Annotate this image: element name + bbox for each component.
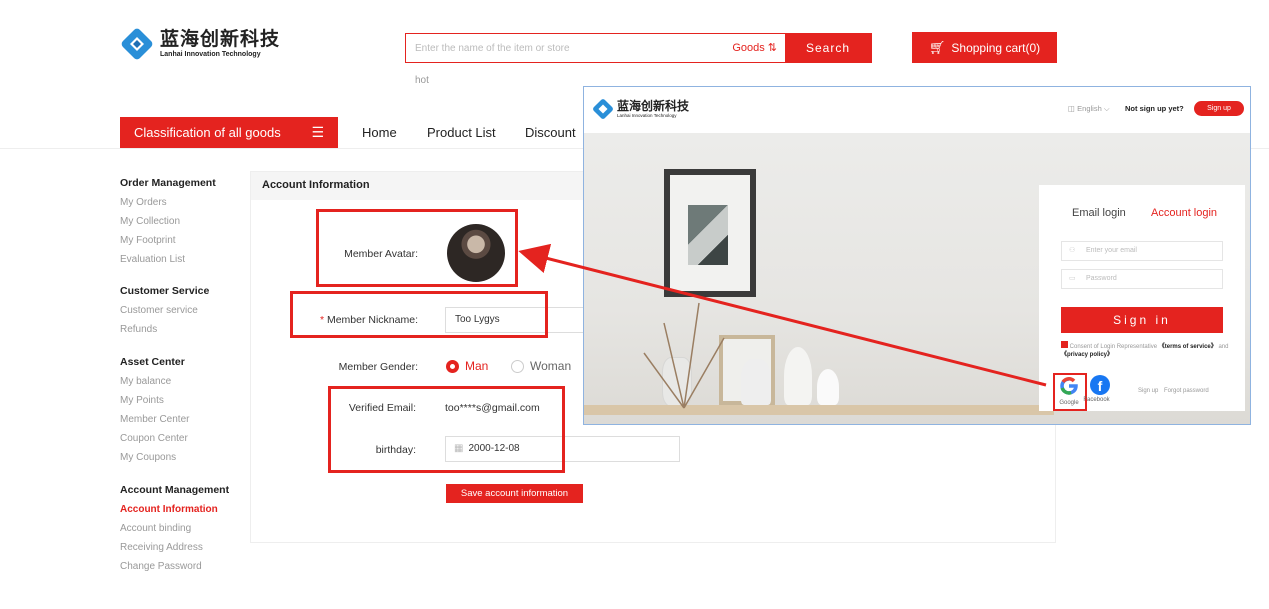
- sidebar-item-my-orders[interactable]: My Orders: [120, 197, 167, 208]
- globe-icon: ◫: [1068, 104, 1078, 113]
- language-label: English: [1077, 104, 1102, 113]
- gender-label: Member Gender:: [338, 361, 418, 373]
- sidebar-item-receiving-address[interactable]: Receiving Address: [120, 542, 203, 553]
- classification-label: Classification of all goods: [134, 125, 281, 140]
- login-form: Email login Account login ⚇ Enter your e…: [1039, 185, 1245, 411]
- login-logo: 蓝海创新科技 Lanhai Innovation Technology: [592, 98, 689, 120]
- sidebar-item-evaluation-list[interactable]: Evaluation List: [120, 254, 185, 265]
- hot-label: hot: [415, 75, 429, 86]
- highlight-box-email-birthday: [328, 386, 565, 473]
- sidebar-item-account-information[interactable]: Account Information: [120, 504, 218, 515]
- login-header: 蓝海创新科技 Lanhai Innovation Technology ◫ En…: [584, 87, 1250, 133]
- language-selector[interactable]: ◫ English ⌵: [1068, 104, 1110, 114]
- brand-name-cn: 蓝海创新科技: [160, 28, 281, 50]
- logo-mark-icon: [121, 28, 153, 60]
- highlight-box-avatar: [316, 209, 518, 287]
- sidebar-item-my-collection[interactable]: My Collection: [120, 216, 180, 227]
- google-label: Google: [1059, 400, 1079, 406]
- sidebar-item-coupon-center[interactable]: Coupon Center: [120, 433, 188, 444]
- signup-button[interactable]: Sign up: [1194, 101, 1244, 116]
- gender-woman-label: Woman: [530, 359, 572, 373]
- classification-menu-button[interactable]: Classification of all goods ☰: [120, 117, 338, 148]
- forgot-password-link[interactable]: Forgot password: [1164, 388, 1209, 394]
- sidebar-item-change-password[interactable]: Change Password: [120, 561, 202, 572]
- picture-frame: [664, 169, 756, 297]
- nav-link-discount[interactable]: Discount: [525, 125, 576, 140]
- vase: [784, 347, 812, 405]
- nav-link-product-list[interactable]: Product List: [427, 125, 496, 140]
- gender-option-woman[interactable]: Woman: [511, 359, 571, 373]
- email-input[interactable]: ⚇ Enter your email: [1061, 241, 1223, 261]
- sidebar-group-asset-center: Asset Center: [120, 356, 185, 368]
- vase: [817, 369, 839, 405]
- tab-email-login[interactable]: Email login: [1072, 207, 1126, 219]
- sidebar-item-member-center[interactable]: Member Center: [120, 414, 189, 425]
- signup-link[interactable]: Sign up: [1138, 388, 1158, 394]
- shopping-cart-button[interactable]: 🛒︎ Shopping cart(0): [912, 32, 1057, 63]
- gender-option-man[interactable]: Man: [446, 359, 488, 373]
- consent-text: Consent of Login Representative 《terms o…: [1061, 341, 1231, 359]
- facebook-icon: f: [1090, 375, 1110, 395]
- google-login-button[interactable]: Google: [1058, 375, 1080, 406]
- login-page-screenshot: 蓝海创新科技 Lanhai Innovation Technology ◫ En…: [583, 86, 1251, 425]
- tab-account-login[interactable]: Account login: [1151, 207, 1217, 219]
- privacy-link[interactable]: 《privacy policy》: [1061, 352, 1113, 358]
- search-button[interactable]: Search: [785, 34, 871, 62]
- search-bar: Goods ⇅ Search: [405, 33, 872, 63]
- search-input[interactable]: [406, 34, 725, 62]
- radio-selected-icon: [446, 359, 459, 373]
- cart-label: Shopping cart(0): [951, 40, 1041, 55]
- radio-unselected-icon: [511, 359, 524, 373]
- facebook-label: Facebook: [1083, 397, 1110, 403]
- sidebar-group-account-management: Account Management: [120, 484, 230, 496]
- email-placeholder: Enter your email: [1086, 247, 1137, 254]
- sidebar-item-my-points[interactable]: My Points: [120, 395, 164, 406]
- user-icon: ⚇: [1069, 247, 1076, 254]
- not-signed-text: Not sign up yet?: [1125, 104, 1184, 113]
- logo-mark-icon: [593, 99, 613, 119]
- facebook-login-button[interactable]: f Facebook: [1083, 375, 1110, 403]
- sidebar-item-my-footprint[interactable]: My Footprint: [120, 235, 176, 246]
- terms-link[interactable]: 《terms of service》: [1159, 344, 1217, 350]
- password-placeholder: Password: [1086, 275, 1117, 282]
- save-account-button[interactable]: Save account information: [446, 484, 583, 503]
- google-icon: [1060, 377, 1078, 395]
- sidebar-item-account-binding[interactable]: Account binding: [120, 523, 191, 534]
- sidebar-item-customer-service[interactable]: Customer service: [120, 305, 198, 316]
- brand-name-en: Lanhai Innovation Technology: [160, 50, 261, 58]
- consent-label: Consent of Login Representative: [1069, 344, 1158, 350]
- signin-button[interactable]: Sign in: [1061, 307, 1223, 333]
- password-input[interactable]: ▭ Password: [1061, 269, 1223, 289]
- sidebar-group-order-management: Order Management: [120, 177, 216, 189]
- brand-name-en: Lanhai Innovation Technology: [617, 112, 677, 118]
- sidebar-group-customer-service: Customer Service: [120, 285, 210, 297]
- sidebar-item-my-coupons[interactable]: My Coupons: [120, 452, 176, 463]
- lock-icon: ▭: [1069, 275, 1076, 282]
- highlight-box-nickname: [290, 291, 548, 338]
- cart-icon: 🛒︎: [928, 39, 946, 55]
- dried-branches: [643, 302, 725, 409]
- brand-name-cn: 蓝海创新科技: [617, 98, 690, 113]
- search-scope-dropdown[interactable]: Goods ⇅: [725, 34, 785, 62]
- page-title: Account Information: [262, 179, 370, 191]
- nav-link-home[interactable]: Home: [362, 125, 397, 140]
- and-text: and: [1218, 344, 1229, 350]
- site-logo[interactable]: 蓝海创新科技 Lanhai Innovation Technology: [120, 24, 290, 64]
- vase: [741, 359, 771, 405]
- gender-man-label: Man: [465, 359, 489, 373]
- sidebar-item-refunds[interactable]: Refunds: [120, 324, 157, 335]
- sidebar-item-my-balance[interactable]: My balance: [120, 376, 171, 387]
- list-menu-icon: ☰: [311, 124, 324, 140]
- checkbox-checked-icon[interactable]: [1061, 341, 1068, 348]
